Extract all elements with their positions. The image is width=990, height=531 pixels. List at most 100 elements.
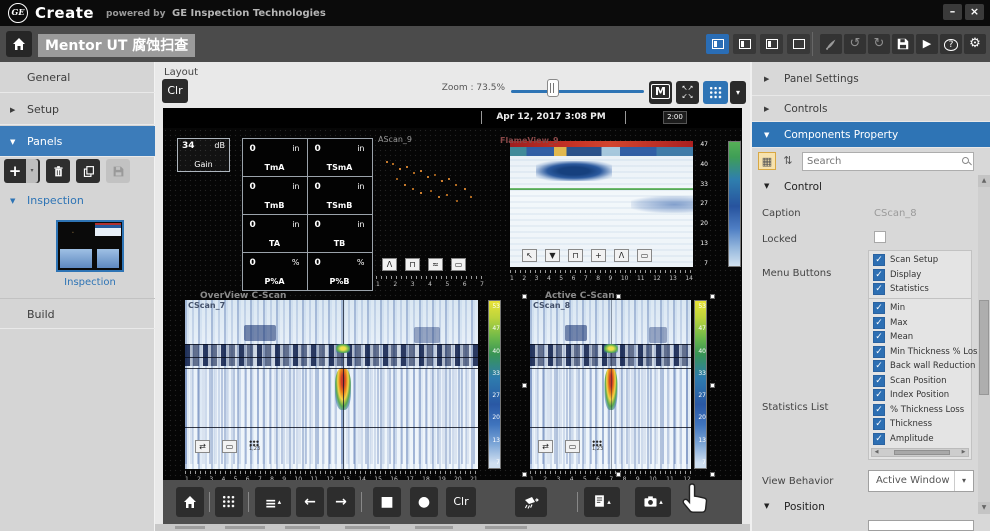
play-button[interactable]: ▶ bbox=[916, 34, 938, 54]
view-behavior-dropdown[interactable]: Active Window ▾ bbox=[868, 470, 974, 492]
loop-icon[interactable]: ⇄ bbox=[538, 440, 553, 453]
search-input[interactable] bbox=[807, 154, 955, 169]
home-button[interactable] bbox=[6, 31, 32, 57]
scroll-left-icon[interactable]: ◀ bbox=[872, 449, 881, 456]
checkbox-checked[interactable]: ✓ bbox=[873, 302, 885, 314]
scroll-down-icon[interactable]: ▼ bbox=[978, 502, 990, 514]
flameview-view[interactable]: FlameView_9 ↖ ▼ ⊓ + Λ ▭ 4 bbox=[490, 133, 742, 293]
checkbox-checked[interactable]: ✓ bbox=[873, 360, 885, 372]
position-section-header[interactable]: ▼ Position bbox=[752, 498, 977, 518]
statistics-option[interactable]: ✓Back wall Reduction bbox=[873, 360, 971, 372]
alphabetical-sort-button[interactable]: ⇅ bbox=[779, 152, 797, 170]
measurement-cell[interactable]: 0inTB bbox=[307, 214, 373, 253]
locked-checkbox-unchecked[interactable] bbox=[874, 231, 886, 243]
fullscreen-button[interactable]: ↖↗ ↙↘ bbox=[676, 81, 699, 104]
next-button[interactable]: → bbox=[327, 487, 355, 517]
caption-value[interactable]: CScan_8 bbox=[874, 208, 917, 219]
monitor-icon[interactable]: ▭ bbox=[637, 249, 652, 262]
measurement-cell[interactable]: 0inTSmB bbox=[307, 176, 373, 215]
ascan-view[interactable]: AScan_9 Λ ⊓ ≈ ▭ 1234567 bbox=[376, 133, 486, 290]
statistics-option[interactable]: ✓Thickness bbox=[873, 418, 971, 430]
inspection-group-header[interactable]: ▼ Inspection bbox=[0, 188, 155, 214]
sidebar-item-general[interactable]: General bbox=[0, 62, 155, 93]
menu-button-option[interactable]: ✓Display bbox=[873, 269, 971, 281]
chevron-down-icon[interactable]: ▾ bbox=[954, 471, 973, 491]
statistics-option[interactable]: ✓Scan Position bbox=[873, 375, 971, 387]
cscan-cursor-line[interactable] bbox=[343, 300, 344, 469]
checkbox-checked[interactable]: ✓ bbox=[873, 433, 885, 445]
minimize-button[interactable]: – bbox=[943, 4, 962, 20]
layout-single-button[interactable] bbox=[706, 34, 729, 54]
statistics-option[interactable]: ✓% Thickness Loss bbox=[873, 404, 971, 416]
screen-clear-button[interactable]: Clr bbox=[446, 487, 476, 517]
document-title[interactable]: Mentor UT 腐蚀扫查 bbox=[38, 34, 195, 57]
measurement-cell[interactable]: 0inTA bbox=[242, 214, 308, 253]
monitor-icon[interactable]: ▭ bbox=[222, 440, 237, 453]
checkbox-checked[interactable]: ✓ bbox=[873, 331, 885, 343]
checkbox-checked[interactable]: ✓ bbox=[873, 269, 885, 281]
selection-handle[interactable] bbox=[616, 294, 621, 299]
control-section-header[interactable]: ▼ Control bbox=[752, 178, 977, 198]
screen-home-button[interactable] bbox=[176, 487, 204, 517]
checkbox-checked[interactable]: ✓ bbox=[873, 404, 885, 416]
measurement-cell[interactable]: 0%P%B bbox=[307, 252, 373, 291]
stop-button[interactable]: ■ bbox=[373, 487, 401, 517]
wave-icon[interactable]: ≈ bbox=[428, 258, 443, 271]
measure-mode-button[interactable]: M bbox=[649, 81, 672, 104]
undo-button[interactable]: ↺ bbox=[844, 34, 866, 54]
previous-button[interactable]: ← bbox=[296, 487, 324, 517]
scroll-right-icon[interactable]: ▶ bbox=[959, 449, 968, 456]
statistics-option[interactable]: ✓Min bbox=[873, 302, 971, 314]
zoom-slider-track[interactable] bbox=[511, 90, 644, 93]
statistics-option[interactable]: ✓Max bbox=[873, 317, 971, 329]
panel-vscrollbar[interactable]: ▲ ▼ bbox=[978, 175, 990, 514]
hscroll-thumb[interactable] bbox=[894, 450, 950, 455]
layout-left-button[interactable] bbox=[733, 34, 756, 54]
layout-full-button[interactable] bbox=[787, 34, 810, 54]
record-button[interactable]: ● bbox=[410, 487, 438, 517]
sidebar-item-setup[interactable]: ▶ Setup bbox=[0, 94, 155, 125]
property-search[interactable] bbox=[802, 152, 974, 171]
cursor-icon[interactable]: ↖ bbox=[522, 249, 537, 262]
save-button[interactable] bbox=[892, 34, 914, 54]
chevron-down-icon[interactable]: ▾ bbox=[26, 159, 38, 183]
statistics-hscrollbar[interactable]: ◀ ▶ bbox=[871, 448, 969, 457]
selection-handle[interactable] bbox=[522, 383, 527, 388]
statistics-option[interactable]: ✓Min Thickness % Loss bbox=[873, 346, 971, 358]
sidebar-item-panels[interactable]: ▼ Panels bbox=[0, 126, 155, 157]
help-button[interactable]: ? bbox=[940, 34, 962, 54]
zoom-slider-thumb[interactable] bbox=[547, 79, 559, 97]
statistics-option[interactable]: ✓Index Position bbox=[873, 389, 971, 401]
statistics-option[interactable]: ✓Amplitude bbox=[873, 433, 971, 445]
peak-icon[interactable]: Λ bbox=[382, 258, 397, 271]
camera-button[interactable]: ▴ bbox=[635, 487, 671, 517]
section-panel-settings[interactable]: ▶ Panel Settings bbox=[752, 62, 990, 96]
snap-grid-button[interactable] bbox=[703, 81, 728, 104]
measurement-cell[interactable]: 0inTmA bbox=[242, 138, 308, 177]
monitor-icon[interactable]: ▭ bbox=[565, 440, 580, 453]
scroll-up-icon[interactable]: ▲ bbox=[978, 175, 990, 187]
save-panel-button[interactable] bbox=[106, 159, 130, 183]
clear-layout-button[interactable]: Clr bbox=[162, 79, 188, 103]
section-components-property[interactable]: ▼ Components Property bbox=[752, 122, 990, 148]
duplicate-panel-button[interactable] bbox=[76, 159, 100, 183]
add-panel-button[interactable]: + ▾ bbox=[4, 159, 40, 183]
gain-readout[interactable]: 34dB Gain bbox=[177, 138, 230, 172]
categorized-view-button[interactable]: ▦ bbox=[758, 152, 776, 170]
selection-handle[interactable] bbox=[616, 472, 621, 477]
checkbox-checked[interactable]: ✓ bbox=[873, 418, 885, 430]
inspection-panel-thumbnail[interactable] bbox=[56, 220, 124, 272]
grid-options-button[interactable]: ▾ bbox=[730, 81, 746, 104]
crosshair-icon[interactable]: + bbox=[591, 249, 606, 262]
selection-handle[interactable] bbox=[710, 294, 715, 299]
menu-button-option[interactable]: ✓Statistics bbox=[873, 283, 971, 295]
loop-icon[interactable]: ⇄ bbox=[195, 440, 210, 453]
menu-list-button[interactable]: ≡▴ bbox=[255, 487, 291, 517]
statistics-option[interactable]: ✓Mean bbox=[873, 331, 971, 343]
sidebar-item-build[interactable]: Build bbox=[0, 298, 155, 329]
checkbox-checked[interactable]: ✓ bbox=[873, 389, 885, 401]
selection-handle[interactable] bbox=[522, 294, 527, 299]
vscroll-thumb[interactable] bbox=[979, 300, 989, 395]
settings-button[interactable]: ⚙ bbox=[964, 34, 986, 54]
measurement-cell[interactable]: 0inTmB bbox=[242, 176, 308, 215]
